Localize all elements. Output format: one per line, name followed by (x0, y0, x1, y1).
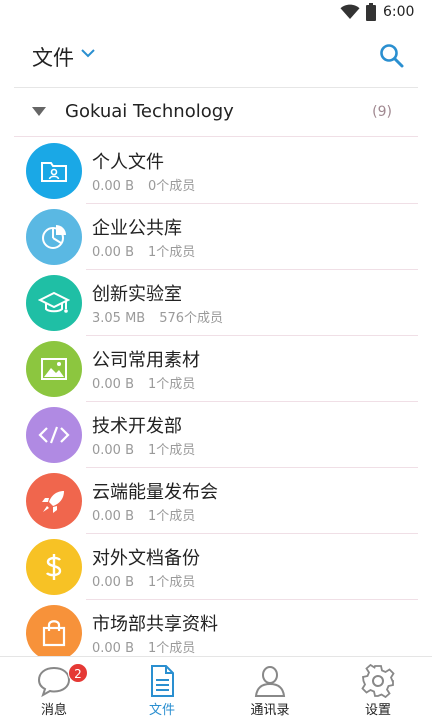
item-meta: 0.00 B 1个成员 (92, 637, 195, 656)
list-item[interactable]: 云端能量发布会 0.00 B 1个成员 (0, 468, 432, 534)
item-size: 0.00 B (92, 179, 134, 194)
list-item[interactable]: 企业公共库 0.00 B 1个成员 (0, 204, 432, 270)
item-members: 0个成员 (148, 179, 196, 194)
search-icon[interactable] (376, 40, 408, 72)
item-members: 1个成员 (148, 245, 196, 260)
tab-messages[interactable]: 2 消息 (0, 657, 108, 720)
item-name: 创新实验室 (92, 284, 182, 305)
item-meta: 0.00 B 1个成员 (92, 373, 195, 392)
tab-contacts[interactable]: 通讯录 (216, 657, 324, 720)
list-item[interactable]: 技术开发部 0.00 B 1个成员 (0, 402, 432, 468)
tab-label: 通讯录 (250, 703, 290, 718)
group-name: Gokuai Technology (65, 101, 234, 122)
chat-icon (37, 666, 71, 698)
item-name: 云端能量发布会 (92, 482, 218, 503)
dollar-icon (26, 539, 82, 595)
pie-chart-icon (26, 209, 82, 265)
image-icon (26, 341, 82, 397)
item-meta: 0.00 B 1个成员 (92, 439, 195, 458)
tab-label: 设置 (364, 703, 391, 718)
item-name: 技术开发部 (92, 416, 182, 437)
caret-down-icon[interactable] (32, 107, 46, 117)
code-icon (26, 407, 82, 463)
tab-settings[interactable]: 设置 (324, 657, 432, 720)
item-meta: 0.00 B 0个成员 (92, 175, 195, 194)
list-item[interactable]: 创新实验室 3.05 MB 576个成员 (0, 270, 432, 336)
chevron-down-icon[interactable] (80, 48, 96, 58)
item-size: 0.00 B (92, 443, 134, 458)
item-members: 1个成员 (148, 377, 196, 392)
item-size: 0.00 B (92, 509, 134, 524)
item-name: 企业公共库 (92, 218, 182, 239)
item-size: 0.00 B (92, 377, 134, 392)
wifi-icon (340, 4, 360, 19)
contact-icon (254, 666, 286, 697)
item-members: 1个成员 (148, 443, 196, 458)
item-name: 公司常用素材 (92, 350, 200, 371)
group-count: (9) (372, 104, 392, 120)
list-item[interactable]: 公司常用素材 0.00 B 1个成员 (0, 336, 432, 402)
item-meta: 0.00 B 1个成员 (92, 571, 195, 590)
graduation-cap-icon (26, 275, 82, 331)
shopping-bag-icon (26, 605, 82, 661)
item-size: 0.00 B (92, 245, 134, 260)
folder-user-icon (26, 143, 82, 199)
item-members: 1个成员 (148, 641, 196, 656)
rocket-icon (26, 473, 82, 529)
tab-label: 文件 (148, 703, 175, 718)
unread-badge: 2 (68, 663, 88, 683)
status-time: 6:00 (383, 4, 415, 20)
list-item[interactable]: 个人文件 0.00 B 0个成员 (0, 138, 432, 204)
item-meta: 0.00 B 1个成员 (92, 505, 195, 524)
tab-files[interactable]: 文件 (108, 657, 216, 720)
document-icon (151, 665, 174, 697)
bottom-tab-bar: 2 消息 文件 通讯录 设置 (0, 656, 432, 720)
tab-label: 消息 (40, 703, 67, 718)
item-meta: 3.05 MB 576个成员 (92, 307, 223, 326)
app-bar: 文件 (0, 24, 432, 88)
item-meta: 0.00 B 1个成员 (92, 241, 195, 260)
item-size: 0.00 B (92, 641, 134, 656)
item-size: 3.05 MB (92, 311, 146, 326)
group-header[interactable]: Gokuai Technology (9) (14, 88, 418, 137)
list-item[interactable]: 对外文档备份 0.00 B 1个成员 (0, 534, 432, 600)
item-name: 个人文件 (92, 152, 164, 173)
gear-icon (361, 663, 395, 699)
item-members: 1个成员 (148, 509, 196, 524)
item-members: 1个成员 (148, 575, 196, 590)
item-members: 576个成员 (159, 311, 224, 326)
page-title[interactable]: 文件 (32, 42, 74, 72)
status-bar: 6:00 (0, 0, 432, 24)
battery-icon (366, 3, 376, 21)
item-size: 0.00 B (92, 575, 134, 590)
item-name: 对外文档备份 (92, 548, 200, 569)
item-name: 市场部共享资料 (92, 614, 218, 635)
